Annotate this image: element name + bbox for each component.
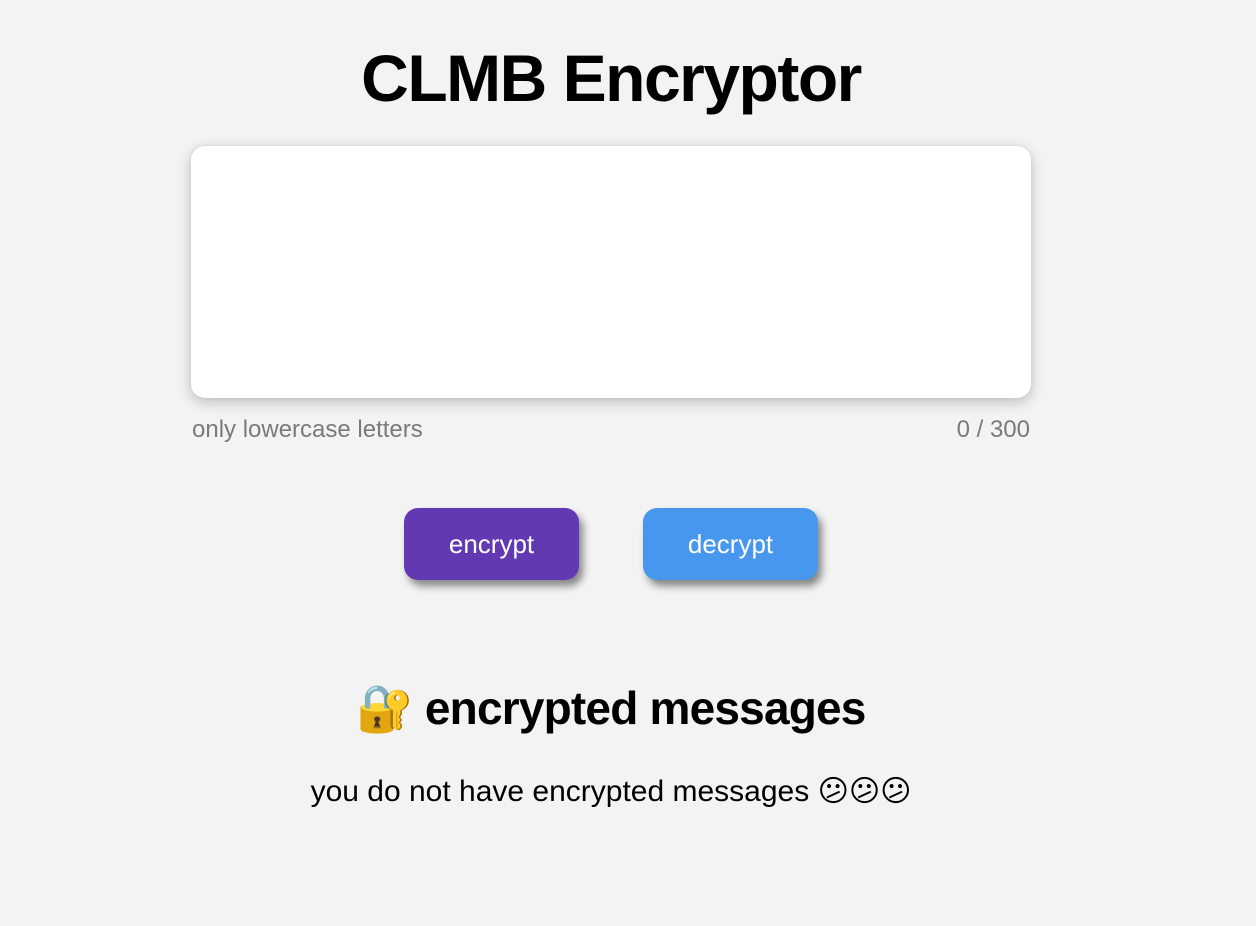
- input-hint: only lowercase letters: [192, 416, 423, 443]
- lock-with-key-icon: 🔐: [356, 681, 413, 735]
- page-title: CLMB Encryptor: [361, 41, 862, 115]
- encrypted-messages-title: encrypted messages: [424, 682, 867, 734]
- encrypt-button[interactable]: encrypt: [404, 508, 579, 580]
- message-input-container: [191, 146, 1031, 398]
- encrypted-messages-heading: 🔐 encrypted messages: [0, 680, 1222, 736]
- decrypt-button[interactable]: decrypt: [643, 508, 818, 580]
- character-counter: 0 / 300: [956, 416, 1030, 443]
- confused-face-icon: 😕😕😕: [817, 774, 912, 809]
- message-input[interactable]: [191, 146, 1031, 398]
- empty-state-message: you do not have encrypted messages 😕😕😕: [0, 772, 1222, 812]
- app-root: CLMB Encryptor only lowercase letters 0 …: [0, 0, 1256, 926]
- empty-state-text: you do not have encrypted messages: [310, 775, 810, 808]
